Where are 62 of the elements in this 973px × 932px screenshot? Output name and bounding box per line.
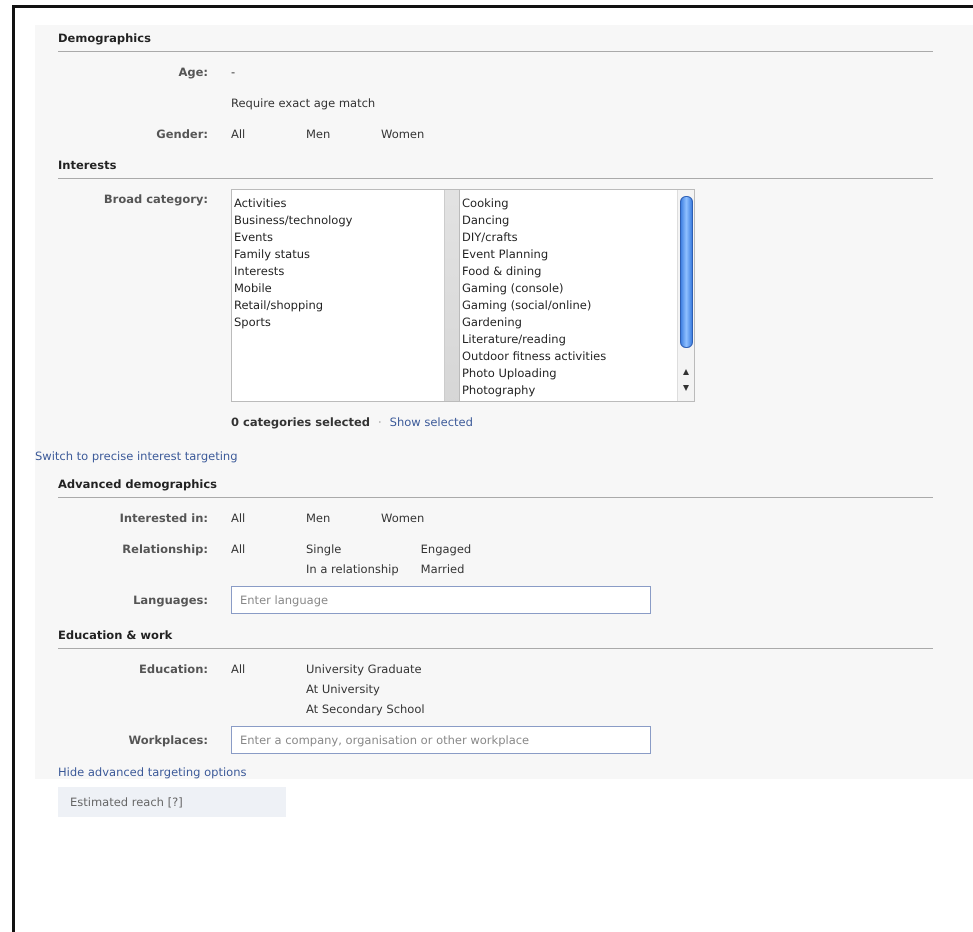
option-label[interactable]: At University bbox=[306, 679, 425, 699]
option-label[interactable]: Married bbox=[420, 559, 474, 579]
scroll-down-icon[interactable] bbox=[682, 384, 690, 392]
text-field[interactable]: Enter language bbox=[231, 586, 651, 614]
option-label[interactable]: University Graduate bbox=[306, 659, 425, 679]
field-label: Broad category: bbox=[102, 191, 208, 208]
field-label: Age: bbox=[177, 64, 208, 81]
option-label[interactable]: Single bbox=[306, 539, 399, 559]
estimated-reach-box: Estimated reach [?] bbox=[58, 787, 286, 817]
list-item[interactable]: Mobile bbox=[234, 280, 442, 297]
list-item[interactable]: DIY/crafts bbox=[462, 229, 675, 246]
list-item[interactable]: Gardening bbox=[462, 314, 675, 331]
option-label[interactable]: In a relationship bbox=[306, 559, 399, 579]
option-label[interactable]: Women bbox=[381, 508, 434, 528]
option-label[interactable]: All bbox=[231, 124, 284, 144]
list-item[interactable]: Events bbox=[234, 229, 442, 246]
text-link[interactable]: Hide advanced targeting options bbox=[58, 765, 246, 779]
section-heading: Education & work bbox=[58, 628, 933, 649]
field-label: Relationship: bbox=[121, 541, 208, 558]
section-heading: Demographics bbox=[58, 31, 933, 52]
option-label[interactable]: Men bbox=[306, 124, 359, 144]
section-heading: Interests bbox=[58, 158, 933, 179]
value-text: - bbox=[231, 65, 236, 79]
splitter-handle[interactable] bbox=[445, 190, 460, 401]
option-label[interactable]: Women bbox=[381, 124, 434, 144]
field-label: Languages: bbox=[132, 592, 208, 609]
section-heading: Advanced demographics bbox=[58, 477, 933, 498]
text-link[interactable]: Switch to precise interest targeting bbox=[35, 449, 238, 463]
selection-count: 0 categories selected bbox=[231, 415, 370, 429]
list-item[interactable]: Food & dining bbox=[462, 263, 675, 280]
scroll-up-icon[interactable] bbox=[682, 368, 690, 376]
field-label: Gender: bbox=[155, 126, 208, 143]
list-item[interactable]: Retail/shopping bbox=[234, 297, 442, 314]
show-selected-link[interactable]: Show selected bbox=[390, 415, 473, 429]
field-label: Education: bbox=[138, 661, 208, 678]
option-label[interactable]: All bbox=[231, 659, 284, 679]
list-item[interactable]: Cooking bbox=[462, 195, 675, 212]
value-text: Require exact age match bbox=[231, 96, 376, 110]
list-item[interactable]: Photography bbox=[462, 382, 675, 399]
option-label[interactable]: All bbox=[231, 508, 284, 528]
separator-dot: · bbox=[378, 415, 382, 429]
list-item[interactable]: Event Planning bbox=[462, 246, 675, 263]
list-item[interactable]: Activities bbox=[234, 195, 442, 212]
list-item[interactable]: Interests bbox=[234, 263, 442, 280]
list-item[interactable]: Literature/reading bbox=[462, 331, 675, 348]
list-item[interactable]: Business/technology bbox=[234, 212, 442, 229]
list-item[interactable]: Gaming (console) bbox=[462, 280, 675, 297]
option-label[interactable]: Men bbox=[306, 508, 359, 528]
scrollbar[interactable] bbox=[677, 190, 694, 401]
list-item[interactable]: Gaming (social/online) bbox=[462, 297, 675, 314]
list-item[interactable]: Photo Uploading bbox=[462, 365, 675, 382]
field-label: Interested in: bbox=[118, 510, 208, 527]
option-label[interactable]: At Secondary School bbox=[306, 699, 425, 719]
option-label[interactable]: All bbox=[231, 539, 284, 559]
option-label[interactable]: Engaged bbox=[420, 539, 474, 559]
list-item[interactable]: Family status bbox=[234, 246, 442, 263]
scrollbar-thumb[interactable] bbox=[680, 196, 692, 348]
list-item[interactable]: Sports bbox=[234, 314, 442, 331]
list-item[interactable]: Dancing bbox=[462, 212, 675, 229]
field-label: Workplaces: bbox=[128, 732, 208, 749]
list-item[interactable]: Outdoor fitness activities bbox=[462, 348, 675, 365]
text-field[interactable]: Enter a company, organisation or other workplace bbox=[231, 726, 651, 754]
